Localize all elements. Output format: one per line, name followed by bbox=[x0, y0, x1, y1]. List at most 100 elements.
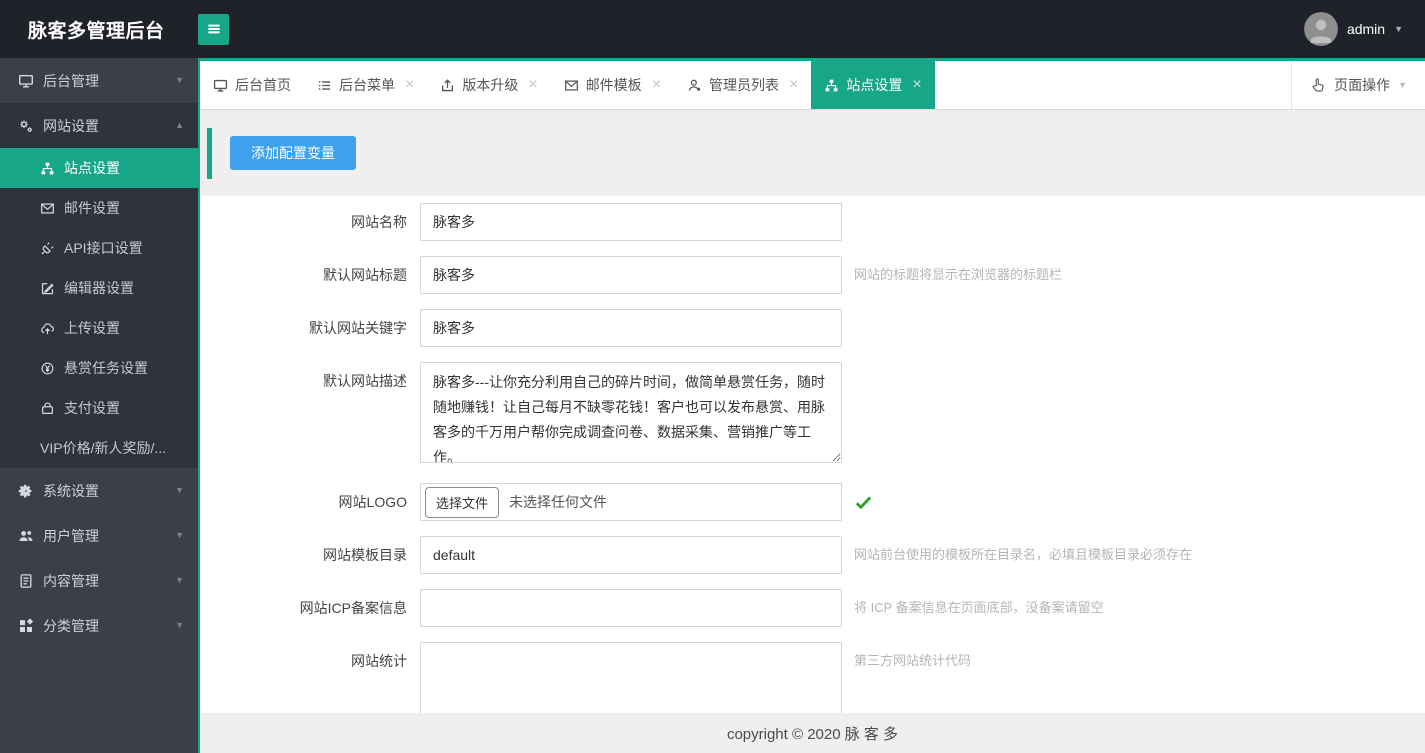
tab-2[interactable]: 版本升级 × bbox=[427, 61, 550, 109]
chevron-down-icon: ▼ bbox=[1394, 23, 1403, 34]
sidebar-subitem-label: 支付设置 bbox=[64, 400, 120, 416]
field-container bbox=[420, 536, 842, 574]
chevron-down-icon: ▼ bbox=[175, 485, 184, 495]
sidebar: 后台管理 ▼ 网站设置 ▲ 站点设置邮件设置 API接口设置编辑器设置 上传设置 悬赏任务设置… bbox=[0, 58, 200, 753]
field-label: 网站LOGO bbox=[338, 494, 407, 510]
tab-1[interactable]: 后台菜单 × bbox=[304, 61, 427, 109]
text-input[interactable] bbox=[420, 203, 842, 241]
close-icon[interactable]: × bbox=[912, 77, 921, 93]
plug-icon bbox=[40, 241, 55, 256]
add-config-button[interactable]: 添加配置变量 bbox=[230, 136, 356, 170]
sidebar-subitem-0[interactable]: 站点设置 bbox=[0, 148, 198, 188]
tabs-container: 后台首页 后台菜单 × 版本升级 × 邮件模板 × 管理员列表 × 站点设置 × bbox=[200, 61, 935, 109]
avatar bbox=[1303, 12, 1338, 46]
close-icon[interactable]: × bbox=[789, 77, 798, 93]
gears-icon bbox=[18, 118, 34, 134]
chevron-up-icon: ▲ bbox=[175, 120, 184, 130]
tab-label: 邮件模板 bbox=[585, 77, 642, 93]
sidebar-subitem-7[interactable]: VIP价格/新人奖励/... bbox=[0, 428, 198, 468]
chevron-down-icon: ▼ bbox=[175, 75, 184, 85]
tab-bar: 后台首页 后台菜单 × 版本升级 × 邮件模板 × 管理员列表 × 站点设置 × 页面操作 ▼ bbox=[200, 58, 1425, 110]
tab-3[interactable]: 邮件模板 × bbox=[551, 61, 674, 109]
field-container bbox=[420, 203, 842, 241]
main-content: 添加配置变量 网站名称默认网站标题 网站的标题将显示在浏览器的标题栏默认网站关键字… bbox=[200, 110, 1425, 753]
form-row: 网站ICP备案信息 将 ICP 备案信息在页面底部，没备案请留空 bbox=[200, 589, 1425, 627]
sidebar-subitem-1[interactable]: 邮件设置 bbox=[0, 188, 198, 228]
form-row: 网站LOGO 选择文件 未选择任何文件 bbox=[200, 483, 1425, 521]
app-header: 脉客多管理后台 admin ▼ bbox=[0, 0, 1425, 58]
toolbar-section: 添加配置变量 bbox=[200, 110, 1425, 196]
tab-label: 管理员列表 bbox=[709, 77, 780, 93]
sidebar-subitem-6[interactable]: 支付设置 bbox=[0, 388, 198, 428]
form-row: 默认网站描述 脉客多---让你充分利用自己的碎片时间，做简单悬赏任务，随时随地赚钱… bbox=[200, 362, 1425, 468]
sidebar-subitem-label: 站点设置 bbox=[64, 160, 120, 176]
sitemap-icon bbox=[824, 78, 839, 93]
sidebar-subitem-3[interactable]: 编辑器设置 bbox=[0, 268, 198, 308]
choose-file-button[interactable]: 选择文件 bbox=[425, 486, 500, 518]
sidebar-subitem-label: API接口设置 bbox=[64, 240, 143, 256]
sidebar-subitem-2[interactable]: API接口设置 bbox=[0, 228, 198, 268]
check-icon bbox=[854, 493, 873, 512]
file-input[interactable]: 选择文件 未选择任何文件 bbox=[420, 483, 842, 521]
form-row: 网站名称 bbox=[200, 203, 1425, 241]
sidebar-item-1[interactable]: 网站设置 ▲ bbox=[0, 103, 198, 148]
hamburger-icon bbox=[205, 20, 223, 38]
form-row: 网站模板目录 网站前台使用的模板所在目录名，必填且模板目录必须存在 bbox=[200, 536, 1425, 574]
chevron-down-icon: ▼ bbox=[1398, 79, 1407, 90]
tab-label: 后台首页 bbox=[235, 77, 291, 93]
sidebar-item-0[interactable]: 后台管理 ▼ bbox=[0, 58, 198, 103]
file-status-text: 未选择任何文件 bbox=[509, 494, 608, 510]
monitor-icon bbox=[18, 73, 34, 89]
sidebar-item-2[interactable]: 系统设置 ▼ bbox=[0, 468, 198, 513]
close-icon[interactable]: × bbox=[652, 77, 661, 93]
tab-label: 站点设置 bbox=[846, 77, 903, 93]
field-label: 网站模板目录 bbox=[323, 547, 407, 563]
sidebar-item-label: 分类管理 bbox=[43, 617, 99, 634]
hand-pointer-icon bbox=[1310, 77, 1326, 93]
upload-icon bbox=[440, 78, 455, 93]
site-settings-form: 网站名称默认网站标题 网站的标题将显示在浏览器的标题栏默认网站关键字默认网站描述脉… bbox=[200, 196, 1425, 743]
monitor-icon bbox=[213, 78, 228, 93]
user-menu[interactable]: admin ▼ bbox=[1303, 12, 1403, 46]
sidebar-subitem-4[interactable]: 上传设置 bbox=[0, 308, 198, 348]
username: admin bbox=[1346, 21, 1386, 37]
footer: copyright © 2020 脉 客 多 bbox=[200, 713, 1425, 753]
page-actions-button[interactable]: 页面操作 ▼ bbox=[1291, 61, 1425, 109]
sidebar-item-3[interactable]: 用户管理 ▼ bbox=[0, 513, 198, 558]
sidebar-subitem-label: 邮件设置 bbox=[64, 200, 120, 216]
blocks-icon bbox=[18, 617, 34, 634]
form-row: 默认网站标题 网站的标题将显示在浏览器的标题栏 bbox=[200, 256, 1425, 294]
text-input[interactable] bbox=[420, 309, 842, 347]
list-icon bbox=[317, 78, 332, 93]
field-hint: 第三方网站统计代码 bbox=[854, 653, 972, 668]
close-icon[interactable]: × bbox=[528, 77, 537, 93]
form-row: 默认网站关键字 bbox=[200, 309, 1425, 347]
field-label: 网站名称 bbox=[351, 214, 407, 230]
sidebar-subitem-5[interactable]: 悬赏任务设置 bbox=[0, 348, 198, 388]
doc-icon bbox=[18, 573, 34, 589]
tab-0[interactable]: 后台首页 bbox=[200, 61, 304, 109]
tab-5[interactable]: 站点设置 × bbox=[811, 61, 935, 109]
text-input[interactable] bbox=[420, 536, 842, 574]
sidebar-item-label: 系统设置 bbox=[43, 482, 99, 499]
app-title: 脉客多管理后台 bbox=[28, 20, 165, 42]
field-label: 默认网站描述 bbox=[323, 373, 407, 389]
close-icon[interactable]: × bbox=[405, 77, 414, 93]
sidebar-toggle-button[interactable] bbox=[198, 13, 229, 45]
tab-label: 版本升级 bbox=[462, 77, 519, 93]
copyright-text: copyright © 2020 脉 客 多 bbox=[726, 725, 899, 743]
field-container bbox=[420, 309, 842, 347]
sidebar-group: 网站设置 ▲ 站点设置邮件设置 API接口设置编辑器设置 上传设置 悬赏任务设置支付设置 V… bbox=[0, 103, 198, 468]
tab-label: 后台菜单 bbox=[339, 77, 395, 93]
field-container bbox=[420, 589, 842, 627]
sidebar-item-5[interactable]: 分类管理 ▼ bbox=[0, 603, 198, 648]
field-label: 网站ICP备案信息 bbox=[299, 600, 407, 616]
field-label: 默认网站标题 bbox=[323, 267, 407, 283]
users-icon bbox=[18, 528, 34, 544]
text-input[interactable] bbox=[420, 589, 842, 627]
tab-4[interactable]: 管理员列表 × bbox=[674, 61, 811, 109]
text-input[interactable] bbox=[420, 256, 842, 294]
field-container bbox=[420, 256, 842, 294]
sidebar-item-4[interactable]: 内容管理 ▼ bbox=[0, 558, 198, 603]
textarea-input[interactable]: 脉客多---让你充分利用自己的碎片时间，做简单悬赏任务，随时随地赚钱！让自己每月… bbox=[420, 362, 842, 463]
